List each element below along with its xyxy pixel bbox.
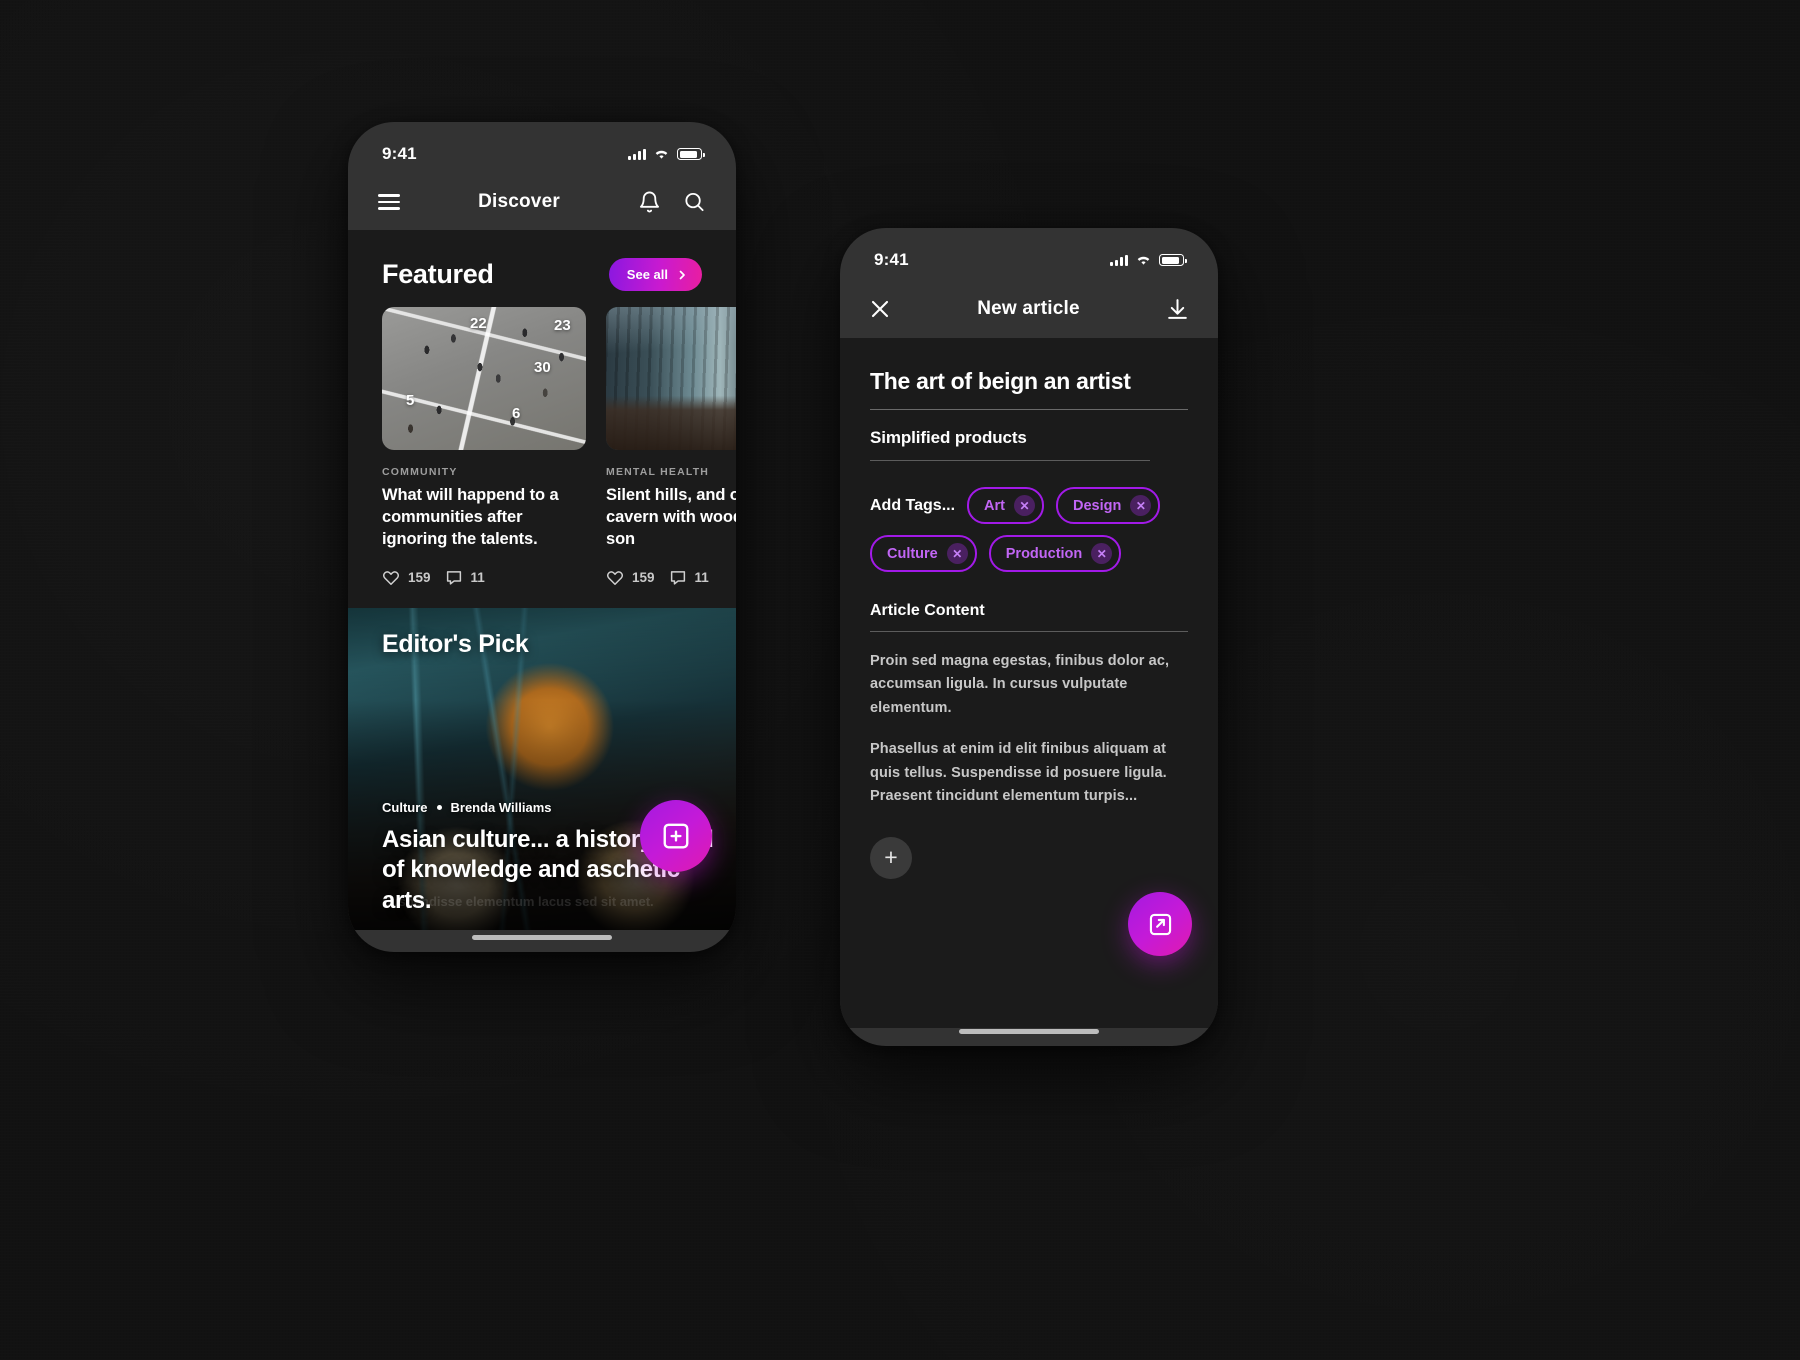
like-count: 159 bbox=[408, 569, 431, 585]
new-post-fab[interactable] bbox=[640, 800, 712, 872]
heart-icon bbox=[382, 569, 400, 586]
add-block-button[interactable]: + bbox=[870, 836, 912, 879]
like-stat[interactable]: 159 bbox=[382, 569, 431, 586]
nav-actions bbox=[638, 190, 706, 214]
see-all-button[interactable]: See all bbox=[608, 258, 702, 291]
card-category: MENTAL HEALTH bbox=[606, 466, 710, 478]
image-number-30: 30 bbox=[534, 359, 551, 376]
article-title-input[interactable]: The art of beign an artist bbox=[870, 338, 1188, 410]
publish-fab[interactable] bbox=[1128, 892, 1192, 956]
crosswalk-aerial-photo: 22 23 30 5 6 bbox=[382, 307, 586, 450]
battery-icon bbox=[1159, 254, 1187, 266]
hamburger-menu-icon[interactable] bbox=[378, 194, 400, 210]
separator-dot-icon bbox=[436, 805, 442, 811]
comment-icon bbox=[669, 569, 687, 586]
status-icons-group bbox=[1110, 254, 1187, 266]
bell-icon[interactable] bbox=[638, 190, 661, 214]
close-icon[interactable]: ✕ bbox=[1091, 543, 1113, 564]
article-card[interactable]: 22 23 30 5 6 COMMUNITY What will happend… bbox=[382, 307, 586, 586]
comment-count: 11 bbox=[694, 569, 709, 585]
battery-icon bbox=[677, 148, 705, 160]
tag-label: Design bbox=[1073, 497, 1122, 514]
featured-title: Featured bbox=[382, 259, 494, 289]
image-number-23: 23 bbox=[554, 317, 571, 334]
card-category: COMMUNITY bbox=[382, 466, 458, 478]
tag-chip-art[interactable]: Art ✕ bbox=[967, 487, 1044, 524]
see-all-label: See all bbox=[626, 267, 668, 282]
tags-section: Add Tags... Art ✕ Design ✕ Culture ✕ Pro… bbox=[870, 461, 1188, 578]
article-paragraph[interactable]: Proin sed magna egestas, finibus dolor a… bbox=[870, 650, 1188, 720]
like-stat[interactable]: 159 bbox=[606, 569, 655, 586]
new-article-screen: The art of beign an artist Simplified pr… bbox=[840, 338, 1218, 1028]
close-icon[interactable]: ✕ bbox=[1130, 495, 1152, 516]
comment-icon bbox=[445, 569, 463, 586]
page-title: Discover bbox=[478, 191, 560, 212]
article-subtitle-input[interactable]: Simplified products bbox=[870, 410, 1150, 461]
card-title: Silent hills, and old cavern with woods … bbox=[606, 486, 736, 548]
publish-icon bbox=[1147, 911, 1174, 938]
discover-screen: Featured See all 22 23 30 5 6 COMMUNITY bbox=[348, 230, 736, 930]
home-indicator bbox=[472, 935, 612, 940]
article-content-heading: Article Content bbox=[870, 602, 1188, 632]
editors-pick-hero[interactable]: Editor's Pick Culture Brenda Williams As… bbox=[348, 607, 736, 930]
featured-cards-row: 22 23 30 5 6 COMMUNITY What will happend… bbox=[348, 307, 736, 586]
close-icon[interactable]: ✕ bbox=[1014, 495, 1035, 516]
image-number-22: 22 bbox=[470, 315, 487, 332]
editor-title: New article bbox=[977, 298, 1080, 319]
status-icons-group bbox=[628, 148, 705, 160]
cellular-bars-icon bbox=[1110, 254, 1128, 266]
wifi-icon bbox=[1135, 254, 1152, 266]
home-indicator bbox=[959, 1029, 1099, 1034]
chevron-right-icon bbox=[676, 269, 688, 281]
hero-author: Brenda Williams bbox=[450, 800, 552, 816]
top-navigation-bar: Discover bbox=[348, 174, 736, 230]
new-post-icon bbox=[661, 821, 691, 851]
heart-icon bbox=[606, 569, 624, 586]
phone-mockup-discover: 9:41 Discover Featured See all 22 23 30 … bbox=[348, 122, 736, 952]
image-number-5: 5 bbox=[406, 392, 415, 409]
card-title: What will happend to a communities after… bbox=[382, 486, 559, 548]
card-stats: 159 11 bbox=[606, 569, 736, 586]
tag-chip-production[interactable]: Production ✕ bbox=[988, 535, 1122, 572]
article-paragraph[interactable]: Phasellus at enim id elit finibus aliqua… bbox=[870, 738, 1188, 808]
search-icon[interactable] bbox=[683, 190, 706, 214]
phone-mockup-new-article: 9:41 New article The art of beign an art… bbox=[840, 228, 1218, 1046]
add-tags-label[interactable]: Add Tags... bbox=[870, 497, 955, 515]
card-stats: 159 11 bbox=[382, 569, 586, 586]
image-number-6: 6 bbox=[512, 405, 521, 422]
article-card[interactable]: MENTAL HEALTH Silent hills, and old cave… bbox=[606, 307, 736, 586]
cellular-bars-icon bbox=[628, 148, 646, 160]
editors-pick-label: Editor's Pick bbox=[382, 629, 529, 658]
status-time: 9:41 bbox=[382, 144, 417, 163]
close-icon[interactable]: ✕ bbox=[946, 543, 968, 564]
like-count: 159 bbox=[632, 569, 655, 585]
hero-category: Culture bbox=[382, 800, 428, 816]
comment-stat[interactable]: 11 bbox=[445, 569, 485, 586]
comment-stat[interactable]: 11 bbox=[669, 569, 709, 586]
tag-label: Production bbox=[1005, 545, 1083, 562]
street-scene-photo bbox=[606, 307, 736, 450]
tag-chip-design[interactable]: Design ✕ bbox=[1056, 487, 1161, 524]
featured-header: Featured See all bbox=[348, 230, 736, 307]
close-icon[interactable] bbox=[868, 297, 892, 321]
download-icon[interactable] bbox=[1165, 297, 1190, 322]
status-bar: 9:41 bbox=[348, 122, 736, 174]
tag-label: Culture bbox=[887, 545, 938, 562]
tag-label: Art bbox=[984, 497, 1005, 514]
editor-navigation-bar: New article bbox=[840, 280, 1218, 338]
wifi-icon bbox=[653, 148, 670, 160]
status-bar: 9:41 bbox=[840, 228, 1218, 280]
status-time: 9:41 bbox=[874, 250, 909, 269]
comment-count: 11 bbox=[470, 569, 485, 585]
tag-chip-culture[interactable]: Culture ✕ bbox=[870, 535, 977, 572]
